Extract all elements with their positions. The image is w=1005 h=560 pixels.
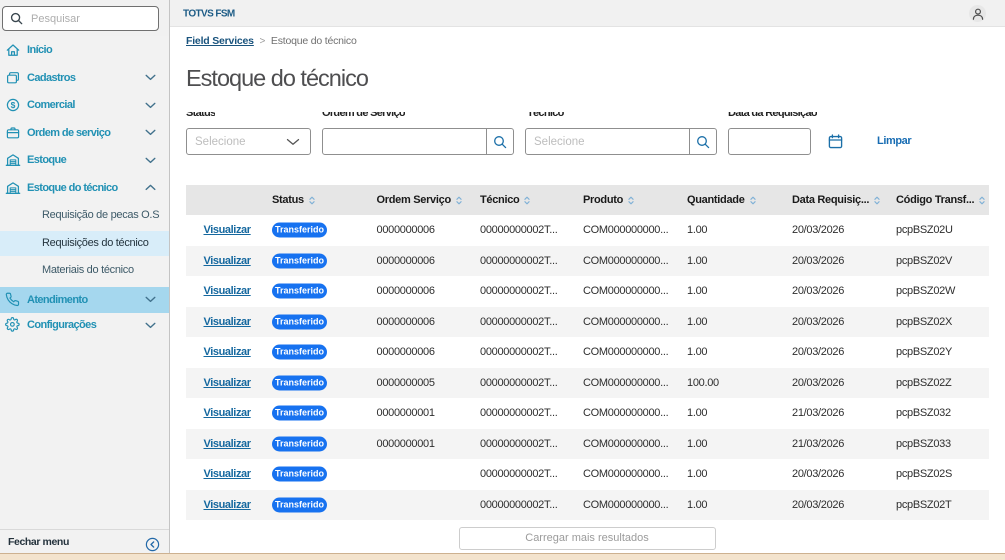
svg-text:$: $ bbox=[11, 100, 16, 110]
